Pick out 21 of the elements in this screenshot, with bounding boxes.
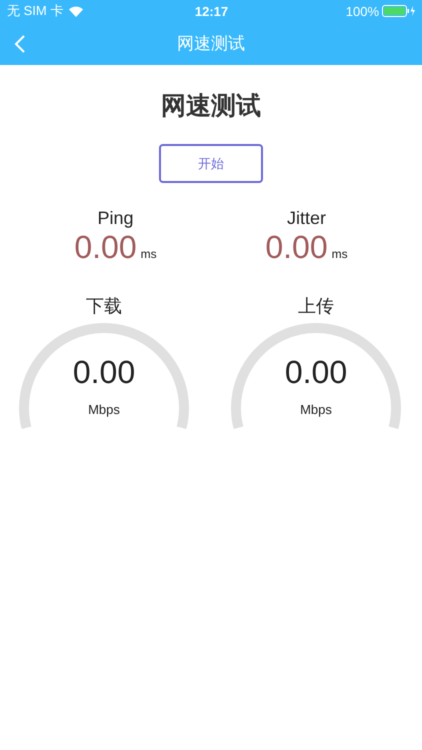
battery-percent: 100% — [346, 4, 379, 18]
wifi-icon — [69, 6, 84, 16]
metric-value: 0.00 — [74, 229, 137, 266]
carrier-text: 无 SIM 卡 — [7, 2, 64, 20]
page-heading: 网速测试 — [160, 91, 262, 122]
gauge-value: 0.00 — [72, 354, 136, 391]
status-time: 12:17 — [194, 4, 228, 18]
metric-label: Jitter — [286, 208, 326, 229]
gauge-label: 上传 — [298, 295, 334, 318]
gauge-unit: Mbps — [88, 402, 120, 417]
metric-unit: ms — [140, 247, 157, 261]
metric-value: 0.00 — [265, 229, 328, 266]
nav-title: 网速测试 — [177, 33, 245, 55]
gauge-label: 下载 — [86, 295, 122, 318]
start-button[interactable]: 开始 — [159, 144, 263, 183]
gauge-unit: Mbps — [300, 402, 332, 417]
battery-icon — [382, 5, 416, 17]
metric-label: Ping — [97, 208, 134, 229]
gauge-value: 0.00 — [284, 354, 348, 391]
back-icon[interactable] — [14, 34, 26, 54]
metric-unit: ms — [332, 247, 348, 261]
